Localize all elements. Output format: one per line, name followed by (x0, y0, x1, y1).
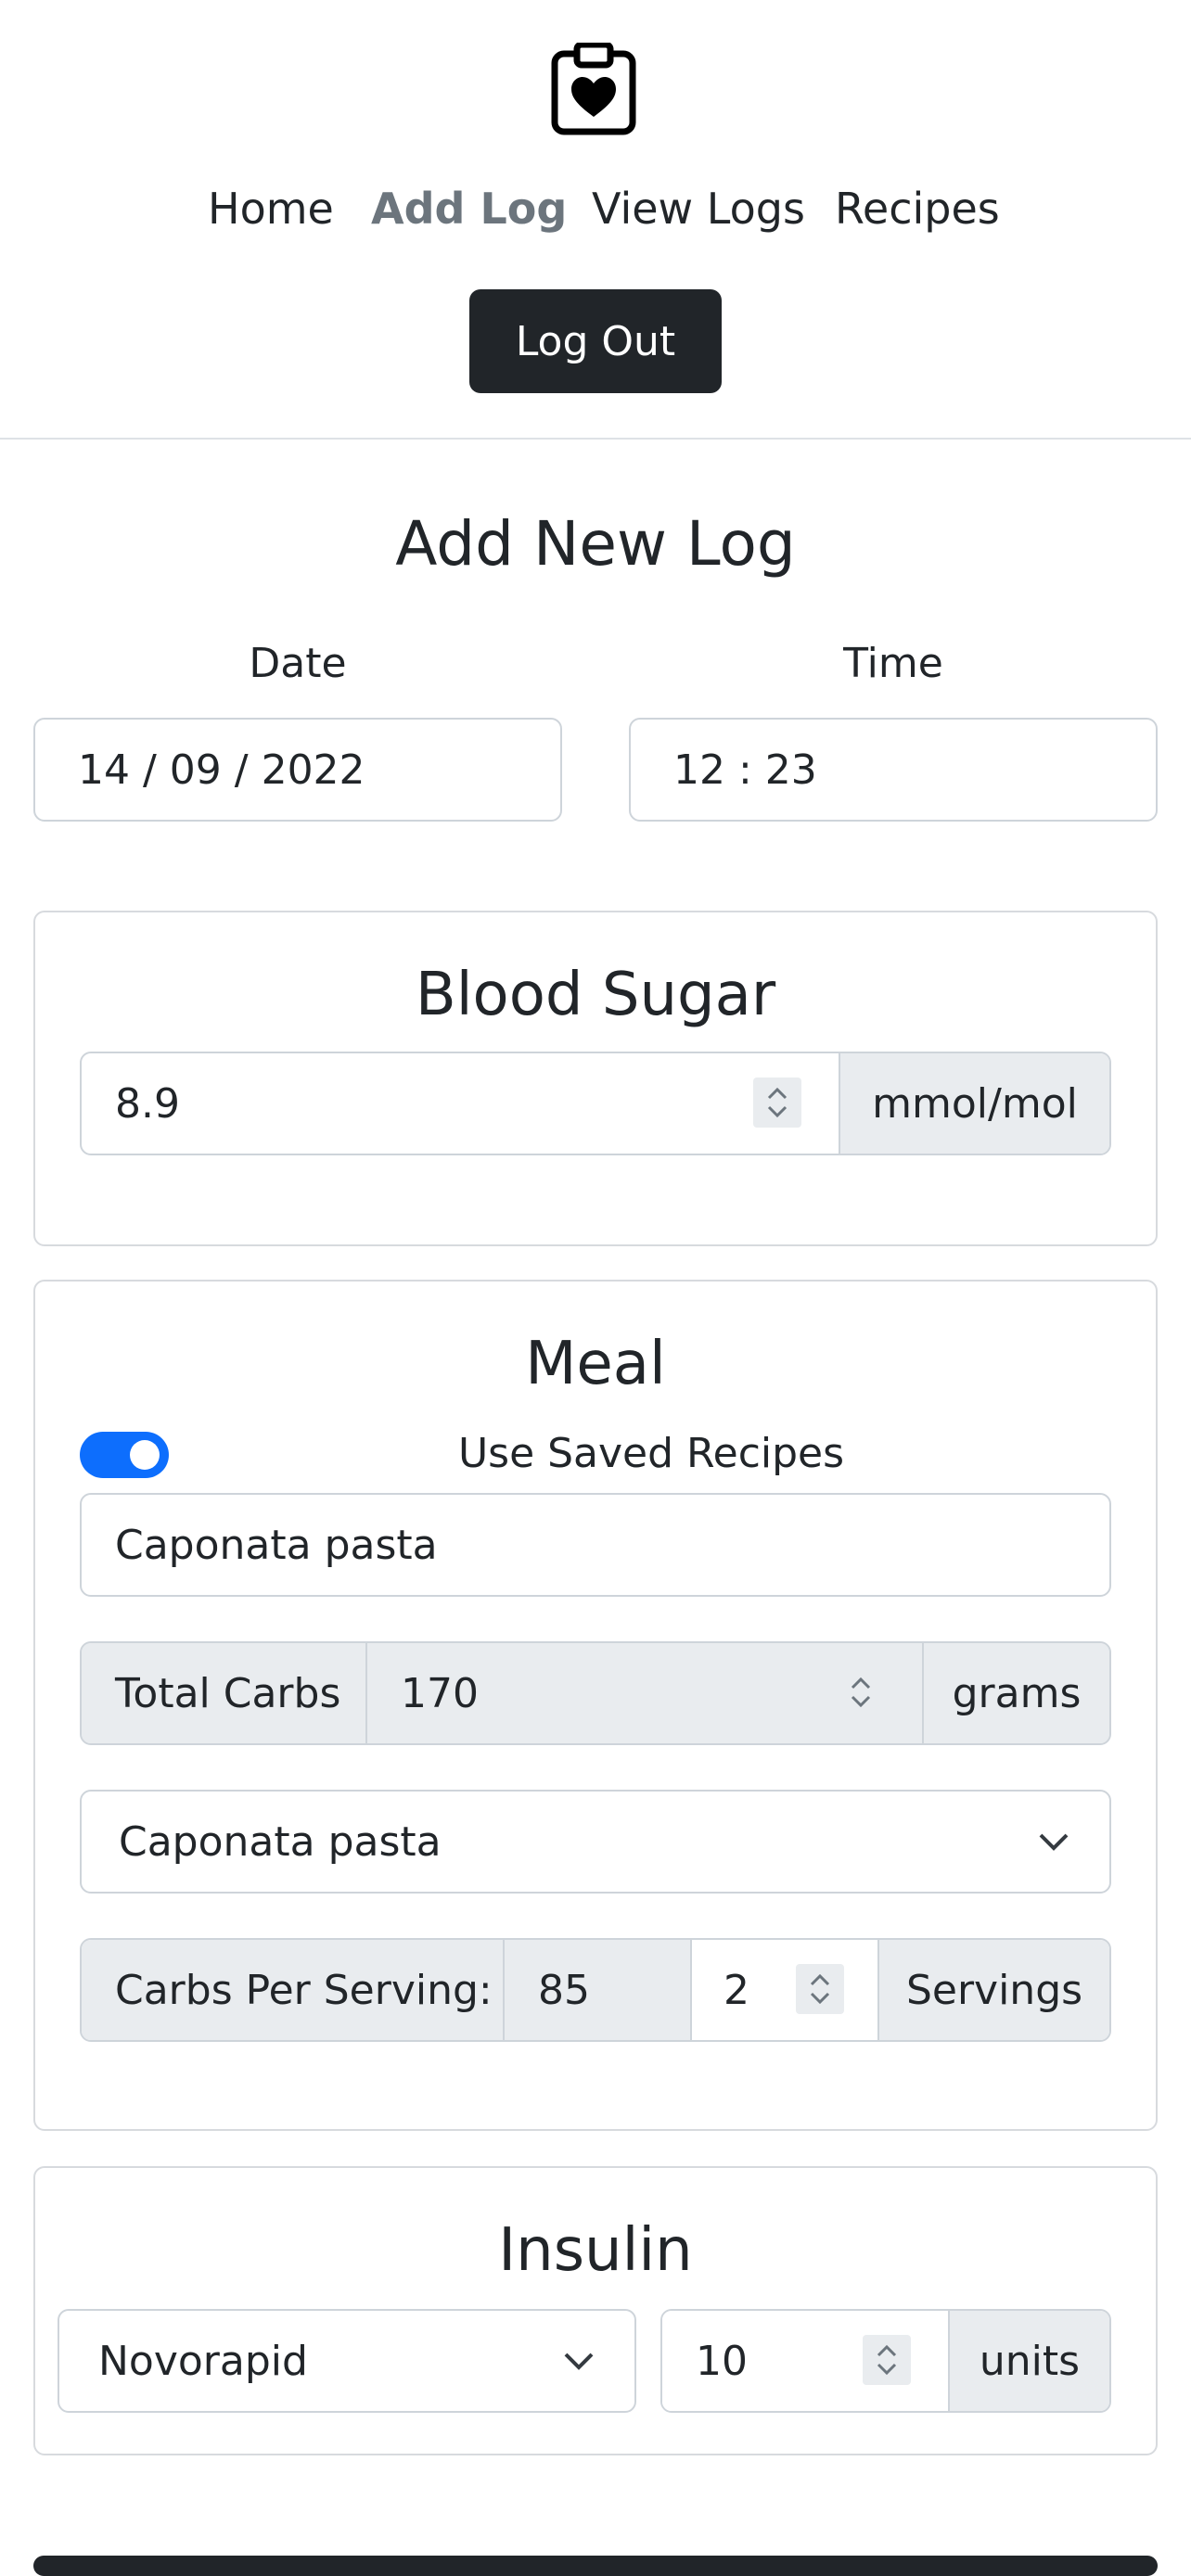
page-title: Add New Log (395, 508, 796, 580)
insulin-title: Insulin (498, 2216, 693, 2285)
nav-item-add-log[interactable]: Add Log (371, 184, 567, 234)
blood-sugar-spinner-icon[interactable] (753, 1078, 801, 1128)
servings-unit: Servings (877, 1940, 1109, 2040)
insulin-type-select[interactable]: Novorapid (58, 2309, 636, 2413)
nav-item-view-logs[interactable]: View Logs (592, 184, 805, 234)
insulin-select-chevron-down-icon (564, 2353, 594, 2370)
servings-spinner-icon[interactable] (796, 1964, 844, 2014)
carbs-per-serving-field: 85 (503, 1940, 690, 2040)
submit-button[interactable] (33, 2556, 1158, 2576)
insulin-type-value: Novorapid (98, 2337, 308, 2385)
blood-sugar-input-group: 8.9 mmol/mol (80, 1052, 1111, 1155)
recipe-select[interactable]: Caponata pasta (80, 1790, 1111, 1894)
insulin-unit: units (948, 2311, 1109, 2411)
blood-sugar-title: Blood Sugar (415, 961, 776, 1029)
meal-name-input[interactable]: Caponata pasta (80, 1493, 1111, 1597)
meal-title: Meal (525, 1330, 666, 1398)
total-carbs-label: Total Carbs (82, 1643, 365, 1743)
servings-input-group: Carbs Per Serving: 85 2 Servings (80, 1938, 1111, 2042)
time-value: 12 : 23 (673, 746, 817, 794)
use-saved-recipes-label: Use Saved Recipes (457, 1430, 845, 1477)
blood-sugar-unit: mmol/mol (839, 1053, 1109, 1154)
main-nav: Home Add Log View Logs Recipes (0, 184, 1191, 245)
total-carbs-input-group: Total Carbs 170 grams (80, 1641, 1111, 1745)
use-saved-recipes-toggle[interactable] (80, 1432, 169, 1478)
header-divider (0, 438, 1191, 440)
blood-sugar-value: 8.9 (115, 1079, 180, 1128)
date-input[interactable]: 14 / 09 / 2022 (33, 718, 562, 822)
blood-sugar-input[interactable]: 8.9 (82, 1053, 839, 1154)
insulin-spinner-icon[interactable] (863, 2335, 911, 2385)
carbs-per-serving-value: 85 (538, 1966, 590, 2014)
carbs-per-serving-label: Carbs Per Serving: (82, 1940, 503, 2040)
log-out-button[interactable]: Log Out (469, 289, 722, 393)
recipe-select-chevron-down-icon (1039, 1833, 1069, 1851)
servings-input[interactable]: 2 (690, 1940, 877, 2040)
nav-item-home[interactable]: Home (208, 184, 334, 234)
servings-value: 2 (724, 1966, 749, 2014)
recipe-select-value: Caponata pasta (119, 1817, 442, 1866)
meal-name-value: Caponata pasta (115, 1521, 438, 1569)
clipboard-heart-logo-icon[interactable] (551, 41, 636, 135)
date-value: 14 / 09 / 2022 (78, 746, 365, 794)
total-carbs-unit: grams (922, 1643, 1109, 1743)
time-label: Time (843, 640, 943, 687)
total-carbs-spinner-icon (837, 1667, 885, 1717)
date-label: Date (249, 640, 347, 687)
insulin-amount-value: 10 (696, 2337, 748, 2385)
total-carbs-value: 170 (401, 1669, 479, 1717)
nav-item-recipes[interactable]: Recipes (835, 184, 1000, 234)
time-input[interactable]: 12 : 23 (629, 718, 1158, 822)
toggle-knob (130, 1440, 160, 1470)
